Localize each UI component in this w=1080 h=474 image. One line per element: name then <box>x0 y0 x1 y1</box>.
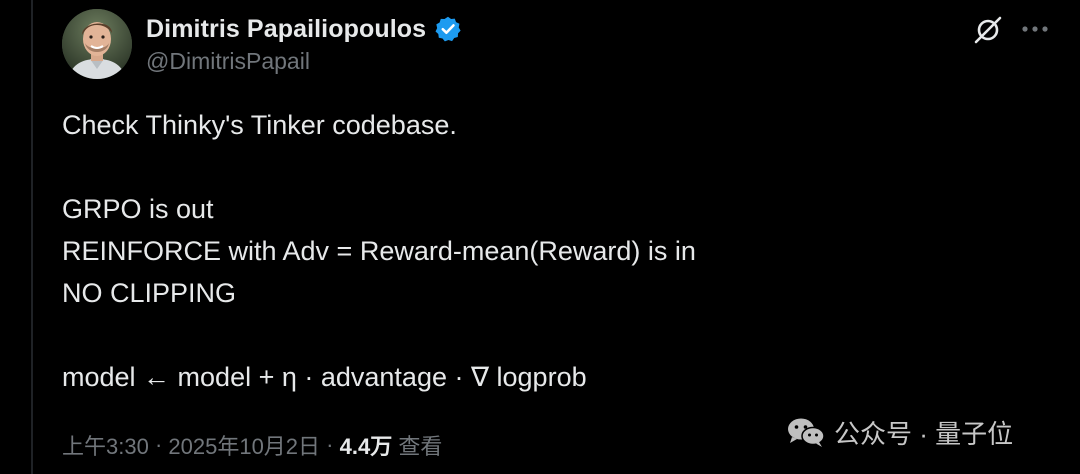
tweet-line-2: GRPO is out <box>62 194 214 224</box>
tweet-meta: 上午3:30 · 2025年10月2日 · 4.4万 查看 <box>62 429 442 461</box>
tweet-time[interactable]: 上午3:30 <box>62 429 149 461</box>
meta-separator: · <box>148 432 169 457</box>
grok-icon[interactable] <box>972 14 1004 46</box>
watermark: 公众号 · 量子位 <box>786 415 1013 449</box>
views-count[interactable]: 4.4万 <box>340 429 393 461</box>
author-display-name[interactable]: Dimitris Papailiopoulos <box>146 15 426 44</box>
avatar-image <box>62 9 132 79</box>
tweet-line-3: REINFORCE with Adv = Reward-mean(Reward)… <box>62 236 696 266</box>
more-options-icon[interactable] <box>1018 14 1052 44</box>
thread-divider <box>31 0 33 474</box>
tweet-line-4: NO CLIPPING <box>62 278 237 308</box>
tweet-line-5: model ← model + η · advantage · ∇ logpro… <box>62 362 587 392</box>
tweet-date[interactable]: 2025年10月2日 <box>168 429 320 461</box>
views-label: 查看 <box>392 434 443 459</box>
verified-badge-icon <box>434 15 462 43</box>
author-handle[interactable]: @DimitrisPapail <box>146 48 310 75</box>
watermark-text: 公众号 · 量子位 <box>834 418 1014 449</box>
meta-separator: · <box>320 432 340 457</box>
wechat-icon <box>788 418 825 447</box>
author-name-row[interactable]: Dimitris Papailiopoulos <box>146 12 462 46</box>
tweet-line-1: Check Thinky's Tinker codebase. <box>62 110 457 140</box>
avatar[interactable] <box>62 9 132 79</box>
tweet-card[interactable]: Dimitris Papailiopoulos @DimitrisPapail … <box>0 0 1080 474</box>
